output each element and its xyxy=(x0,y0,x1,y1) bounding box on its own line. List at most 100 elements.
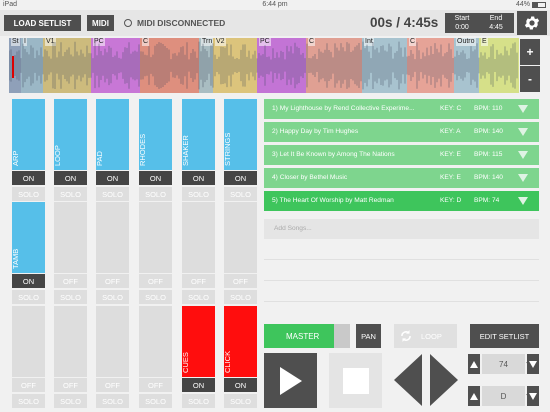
channel-name: CUES xyxy=(181,352,190,373)
expand-triangle-icon[interactable] xyxy=(518,151,528,159)
channel-name: LOOP xyxy=(53,145,62,166)
song-bpm: BPM: 140 xyxy=(474,128,503,135)
channel-fader[interactable] xyxy=(182,202,215,273)
expand-triangle-icon[interactable] xyxy=(518,174,528,182)
channel-fader[interactable]: LOOP xyxy=(53,99,87,170)
next-song-button[interactable] xyxy=(430,354,458,406)
solo-button[interactable]: SOLO xyxy=(54,290,87,304)
channel-toggle[interactable]: OFF xyxy=(224,274,257,288)
solo-button[interactable]: SOLO xyxy=(139,187,172,201)
midi-button[interactable]: MIDI xyxy=(87,15,114,31)
bpm-down-button[interactable] xyxy=(527,354,539,374)
channel-fader[interactable]: TAMB xyxy=(11,202,45,273)
channel-fader[interactable]: ARP xyxy=(11,99,45,170)
waveform-timeline[interactable]: St I V1 PC C Trn V2 PC C Int C Outro E xyxy=(9,38,519,93)
channel-fader[interactable]: SHAKER xyxy=(181,99,215,170)
channel-fader[interactable] xyxy=(139,306,172,377)
channel-fader[interactable] xyxy=(96,202,129,273)
solo-button[interactable]: SOLO xyxy=(96,187,129,201)
solo-button[interactable]: SOLO xyxy=(12,290,45,304)
loop-button[interactable]: LOOP xyxy=(394,324,457,348)
bpm-up-button[interactable] xyxy=(468,354,480,374)
zoom-out-button[interactable]: - xyxy=(520,66,540,92)
master-volume[interactable]: MASTER xyxy=(264,324,350,348)
solo-button[interactable]: SOLO xyxy=(54,394,87,408)
setlist-row[interactable]: 2) Happy Day by Tim Hughes KEY: A BPM: 140 xyxy=(264,122,539,142)
expand-triangle-icon[interactable] xyxy=(518,197,528,205)
solo-button[interactable]: SOLO xyxy=(182,187,215,201)
channel-toggle[interactable]: ON xyxy=(224,171,257,185)
start-end-range[interactable]: Start 0:00 End 4:45 xyxy=(445,13,514,33)
channel-toggle[interactable]: ON xyxy=(54,171,87,185)
setlist-row[interactable]: 5) The Heart Of Worship by Matt Redman KE… xyxy=(264,191,539,211)
channel-toggle[interactable]: OFF xyxy=(96,274,129,288)
channel-fader[interactable]: PAD xyxy=(95,99,129,170)
bpm-value-field[interactable]: 74 xyxy=(482,354,532,374)
solo-button[interactable]: SOLO xyxy=(12,394,45,408)
bpm-stepper[interactable]: 74 xyxy=(468,354,539,374)
stop-button[interactable] xyxy=(329,353,382,408)
channel-fader[interactable] xyxy=(139,202,172,273)
settings-button[interactable] xyxy=(517,11,547,35)
channel-name: STRINGS xyxy=(223,132,232,166)
time-display: 00s / 4:45s xyxy=(370,15,439,30)
solo-button[interactable]: SOLO xyxy=(139,394,172,408)
setlist-row[interactable]: 4) Closer by Bethel Music KEY: E BPM: 140 xyxy=(264,168,539,188)
solo-button[interactable]: SOLO xyxy=(224,394,257,408)
playhead[interactable] xyxy=(12,56,14,78)
key-down-button[interactable] xyxy=(527,386,539,406)
solo-button[interactable]: SOLO xyxy=(96,394,129,408)
song-title: 3) Let It Be Known by Among The Nations xyxy=(272,151,395,158)
channel-toggle[interactable]: OFF xyxy=(12,378,45,392)
channel-fader[interactable]: RHODES xyxy=(138,99,172,170)
channel-toggle[interactable]: ON xyxy=(96,171,129,185)
master-slider-handle[interactable] xyxy=(334,324,350,348)
expand-triangle-icon[interactable] xyxy=(518,128,528,136)
channel-fader[interactable]: CUES xyxy=(181,306,215,377)
previous-song-button[interactable] xyxy=(394,354,422,406)
solo-button[interactable]: SOLO xyxy=(96,290,129,304)
song-key: KEY: C xyxy=(440,105,462,112)
solo-button[interactable]: SOLO xyxy=(224,187,257,201)
channel-toggle[interactable]: OFF xyxy=(139,274,172,288)
channel-fader[interactable] xyxy=(96,306,129,377)
channel-fader[interactable] xyxy=(54,202,87,273)
play-button[interactable] xyxy=(264,353,317,408)
key-value-field[interactable]: D xyxy=(482,386,532,406)
key-up-button[interactable] xyxy=(468,386,480,406)
channel-fader[interactable]: STRINGS xyxy=(223,99,257,170)
channel-fader[interactable] xyxy=(54,306,87,377)
channel-toggle[interactable]: OFF xyxy=(182,274,215,288)
load-setlist-button[interactable]: LOAD SETLIST xyxy=(4,15,81,31)
zoom-in-button[interactable]: + xyxy=(520,39,540,65)
add-songs-row[interactable]: Add Songs... xyxy=(264,219,539,239)
channel-toggle[interactable]: OFF xyxy=(139,378,172,392)
channel-fader[interactable]: CLICK xyxy=(223,306,257,377)
pan-button[interactable]: PAN xyxy=(356,324,381,348)
triangle-up-icon xyxy=(470,392,478,400)
channel-toggle[interactable]: ON xyxy=(12,171,45,185)
solo-button[interactable]: SOLO xyxy=(182,290,215,304)
solo-button[interactable]: SOLO xyxy=(139,290,172,304)
key-stepper[interactable]: D xyxy=(468,386,539,406)
solo-button[interactable]: SOLO xyxy=(182,394,215,408)
expand-triangle-icon[interactable] xyxy=(518,105,528,113)
channel-fader[interactable] xyxy=(12,306,45,377)
channel-toggle[interactable]: OFF xyxy=(96,378,129,392)
add-songs-label: Add Songs... xyxy=(274,225,312,232)
channel-toggle[interactable]: ON xyxy=(182,171,215,185)
setlist-row[interactable]: 1) My Lighthouse by Rend Collective Expe… xyxy=(264,99,539,119)
channel-fader[interactable] xyxy=(224,202,257,273)
solo-button[interactable]: SOLO xyxy=(224,290,257,304)
solo-button[interactable]: SOLO xyxy=(12,187,45,201)
channel-toggle[interactable]: ON xyxy=(12,274,45,288)
edit-setlist-button[interactable]: EDIT SETLIST xyxy=(470,324,539,348)
song-key: KEY: A xyxy=(440,128,461,135)
solo-button[interactable]: SOLO xyxy=(54,187,87,201)
channel-toggle[interactable]: OFF xyxy=(54,378,87,392)
channel-toggle[interactable]: OFF xyxy=(54,274,87,288)
channel-toggle[interactable]: ON xyxy=(139,171,172,185)
channel-toggle[interactable]: ON xyxy=(224,378,257,392)
channel-toggle[interactable]: ON xyxy=(182,378,215,392)
setlist-row[interactable]: 3) Let It Be Known by Among The Nations K… xyxy=(264,145,539,165)
